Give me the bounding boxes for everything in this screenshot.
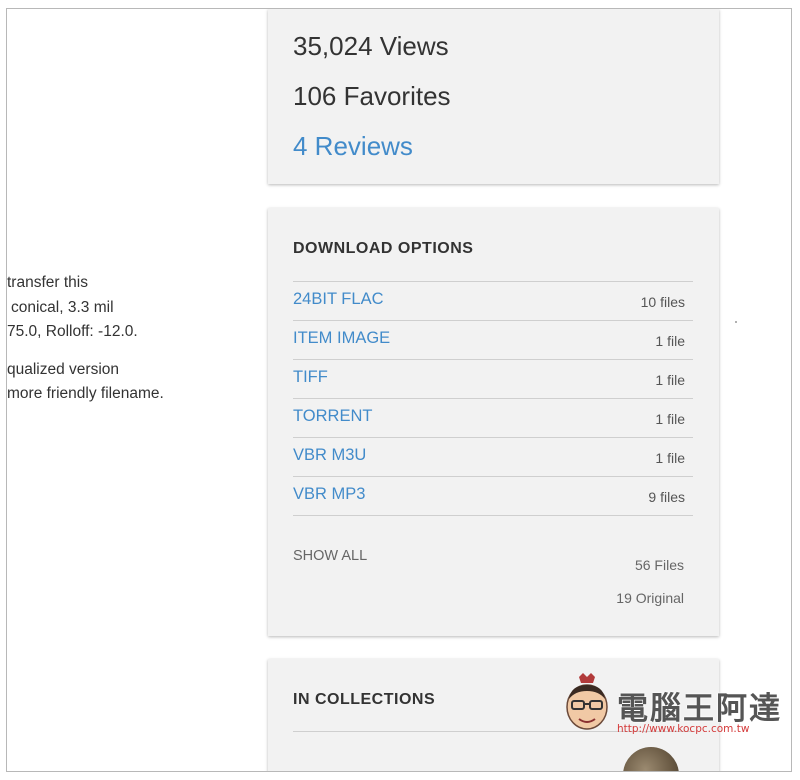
download-option-row: VBR MP3 9 files [293, 477, 693, 516]
site-watermark: 電腦王阿達 http://www.kocpc.com.tw [555, 669, 791, 749]
download-format-link[interactable]: 24BIT FLAC [293, 290, 383, 309]
total-files-count: 56 Files [634, 557, 684, 573]
item-description-fragment: transfer this conical, 3.3 mil 75.0, Rol… [7, 271, 247, 407]
download-option-row: 24BIT FLAC 10 files [293, 282, 693, 321]
description-line: conical, 3.3 mil [11, 298, 114, 316]
views-count: 35,024 Views [293, 31, 449, 61]
download-option-row: VBR M3U 1 file [293, 438, 693, 477]
description-line: more friendly filename. [7, 385, 164, 402]
download-option-row: ITEM IMAGE 1 file [293, 321, 693, 360]
watermark-url: http://www.kocpc.com.tw [617, 723, 750, 735]
download-options-card: DOWNLOAD OPTIONS 24BIT FLAC 10 files ITE… [268, 208, 719, 636]
download-options-list: 24BIT FLAC 10 files ITEM IMAGE 1 file TI… [293, 281, 693, 516]
download-file-count: 1 file [655, 450, 685, 466]
description-line: 75.0, Rolloff: -12.0. [7, 323, 138, 340]
watermark-brand: 電腦王阿達 [617, 691, 782, 727]
download-options-title: DOWNLOAD OPTIONS [293, 240, 474, 257]
original-files-count: 19 Original [616, 590, 684, 606]
download-file-count: 1 file [655, 372, 685, 388]
reviews-link[interactable]: 4 Reviews [293, 131, 413, 162]
show-all-button[interactable]: SHOW ALL [293, 548, 367, 564]
download-format-link[interactable]: ITEM IMAGE [293, 329, 390, 348]
download-file-count: 10 files [640, 294, 685, 310]
stats-card: 35,024 Views 106 Favorites 4 Reviews [268, 9, 719, 184]
description-line: transfer this [7, 274, 88, 291]
download-format-link[interactable]: VBR M3U [293, 446, 366, 465]
download-format-link[interactable]: VBR MP3 [293, 485, 365, 504]
download-format-link[interactable]: TORRENT [293, 407, 372, 426]
download-option-row: TIFF 1 file [293, 360, 693, 399]
download-option-row: TORRENT 1 file [293, 399, 693, 438]
description-line: qualized version [7, 360, 120, 378]
collections-title: IN COLLECTIONS [293, 691, 436, 708]
download-file-count: 9 files [648, 489, 685, 505]
download-file-count: 1 file [655, 333, 685, 349]
mascot-logo-icon [566, 673, 608, 730]
stray-dot [735, 321, 737, 323]
page-frame: transfer this conical, 3.3 mil 75.0, Rol… [6, 8, 792, 772]
download-file-count: 1 file [655, 411, 685, 427]
collection-thumbnail[interactable] [623, 747, 679, 771]
download-format-link[interactable]: TIFF [293, 368, 328, 387]
favorites-count: 106 Favorites [293, 81, 451, 111]
